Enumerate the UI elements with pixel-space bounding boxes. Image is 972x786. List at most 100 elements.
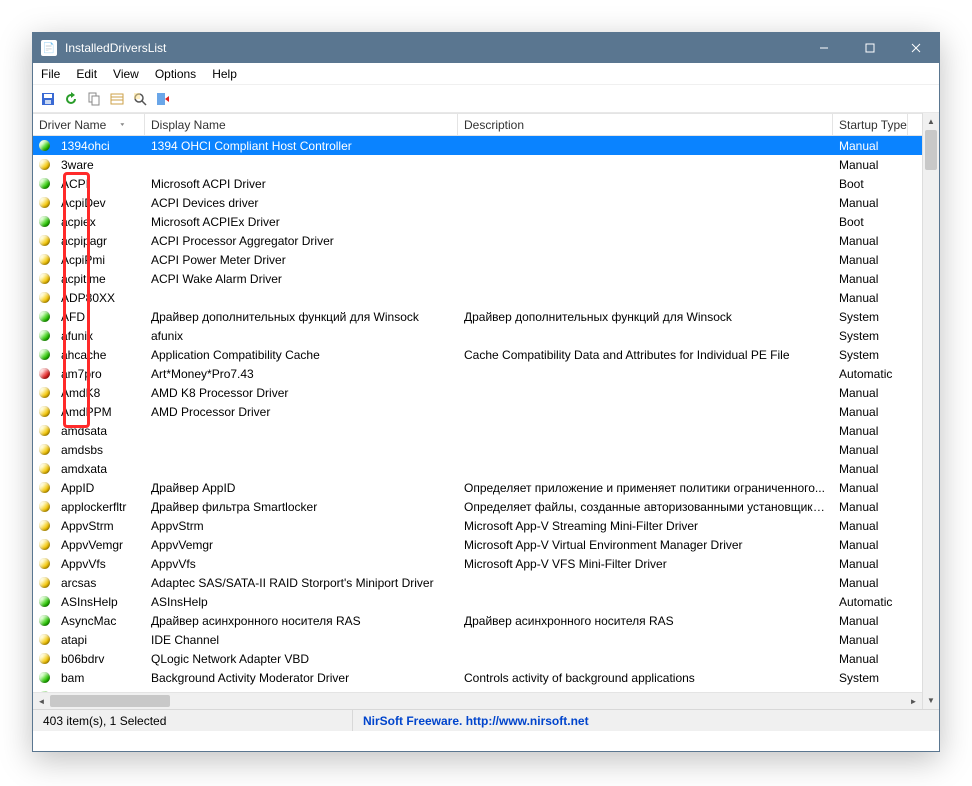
status-orb-yellow-icon [33,463,55,474]
close-button[interactable] [893,33,939,63]
cell-startup-type: Manual [833,538,908,552]
table-row[interactable]: AFDДрайвер дополнительных функций для Wi… [33,307,922,326]
status-count: 403 item(s), 1 Selected [33,710,353,731]
table-row[interactable]: acpipagrACPI Processor Aggregator Driver… [33,231,922,250]
cell-startup-type: Manual [833,272,908,286]
cell-startup-type: Manual [833,557,908,571]
cell-startup-type: Automatic [833,367,908,381]
scroll-left-icon[interactable]: ◄ [33,693,50,709]
column-description[interactable]: Description [458,114,833,135]
cell-display-name: ACPI Devices driver [145,196,458,210]
status-orb-yellow-icon [33,520,55,531]
menu-edit[interactable]: Edit [68,65,105,83]
hscroll-thumb[interactable] [50,695,170,707]
menu-help[interactable]: Help [204,65,245,83]
maximize-button[interactable] [847,33,893,63]
column-startup-type[interactable]: Startup Type [833,114,908,135]
table-row[interactable]: AcpiPmiACPI Power Meter Driver Manual [33,250,922,269]
column-header-row: Driver Name Display Name Description Sta… [33,113,922,136]
table-row[interactable]: 3wareManual [33,155,922,174]
cell-driver-name: AppvStrm [55,519,145,533]
table-row[interactable]: afunixafunixSystem [33,326,922,345]
cell-display-name: ACPI Wake Alarm Driver [145,272,458,286]
scroll-up-icon[interactable]: ▲ [923,113,939,130]
cell-display-name: afunix [145,329,458,343]
table-row[interactable]: acpiexMicrosoft ACPIEx DriverBoot [33,212,922,231]
vscroll-thumb[interactable] [925,130,937,170]
table-row[interactable]: AcpiDevACPI Devices driverManual [33,193,922,212]
table-row[interactable]: b06bdrvQLogic Network Adapter VBDManual [33,649,922,668]
table-row[interactable]: AsyncMac Драйвер асинхронного носителя RA… [33,611,922,630]
table-row[interactable]: ACPIMicrosoft ACPI DriverBoot [33,174,922,193]
cell-driver-name: am7pro [55,367,145,381]
nirsoft-link[interactable]: NirSoft Freeware. http://www.nirsoft.net [353,714,599,728]
status-orb-green-icon [33,596,55,607]
scroll-right-icon[interactable]: ► [905,693,922,709]
status-orb-yellow-icon [33,577,55,588]
status-orb-yellow-icon [33,254,55,265]
table-row[interactable]: AppvVfsAppvVfsMicrosoft App-V VFS Mini-F… [33,554,922,573]
menu-view[interactable]: View [105,65,147,83]
cell-startup-type: Manual [833,291,908,305]
cell-startup-type: Manual [833,443,908,457]
table-row[interactable]: amdsbsManual [33,440,922,459]
table-row[interactable]: arcsasAdaptec SAS/SATA-II RAID Storport'… [33,573,922,592]
cell-driver-name: ahcache [55,348,145,362]
minimize-button[interactable] [801,33,847,63]
cell-startup-type: Manual [833,253,908,267]
find-icon[interactable] [129,88,151,110]
table-row[interactable]: am7proArt*Money*Pro7.43Automatic [33,364,922,383]
status-orb-yellow-icon [33,159,55,170]
horizontal-scrollbar[interactable]: ◄ ► [33,692,922,709]
menubar: File Edit View Options Help [33,63,939,85]
titlebar[interactable]: 📄 InstalledDriversList [33,33,939,63]
table-row[interactable]: bamBackground Activity Moderator DriverC… [33,668,922,687]
cell-driver-name: afunix [55,329,145,343]
table-row[interactable]: AppIDДрайвер AppIDОпределяет приложение … [33,478,922,497]
menu-file[interactable]: File [33,65,68,83]
cell-startup-type: Boot [833,215,908,229]
cell-display-name: Application Compatibility Cache [145,348,458,362]
cell-startup-type: Manual [833,196,908,210]
cell-startup-type: System [833,310,908,324]
table-row[interactable]: AppvVemgrAppvVemgrMicrosoft App-V Virtua… [33,535,922,554]
table-row[interactable]: AmdPPMAMD Processor DriverManual [33,402,922,421]
cell-driver-name: AsyncMac [55,614,145,628]
table-row[interactable]: acpitimeACPI Wake Alarm DriverManual [33,269,922,288]
table-row[interactable]: amdsataManual [33,421,922,440]
save-icon[interactable] [37,88,59,110]
cell-description: Драйвер асинхронного носителя RAS [458,614,833,628]
status-orb-yellow-icon [33,292,55,303]
cell-driver-name: AmdPPM [55,405,145,419]
table-row[interactable]: AppvStrmAppvStrmMicrosoft App-V Streamin… [33,516,922,535]
table-row[interactable]: amdxataManual [33,459,922,478]
refresh-icon[interactable] [60,88,82,110]
column-display-name[interactable]: Display Name [145,114,458,135]
scroll-down-icon[interactable]: ▼ [923,692,939,709]
menu-options[interactable]: Options [147,65,204,83]
cell-driver-name: AmdK8 [55,386,145,400]
cell-driver-name: applockerfltr [55,500,145,514]
properties-icon[interactable] [106,88,128,110]
table-row[interactable]: 1394ohci1394 OHCI Compliant Host Control… [33,136,922,155]
status-orb-yellow-icon [33,539,55,550]
column-driver-name[interactable]: Driver Name [33,114,145,135]
cell-display-name: AMD Processor Driver [145,405,458,419]
cell-display-name: ACPI Power Meter Driver [145,253,458,267]
table-row[interactable]: AmdK8AMD K8 Processor DriverManual [33,383,922,402]
table-row[interactable]: ADP80XXManual [33,288,922,307]
copy-icon[interactable] [83,88,105,110]
table-row[interactable]: applockerfltrДрайвер фильтра Smartlocker… [33,497,922,516]
cell-display-name: AppvStrm [145,519,458,533]
table-row[interactable]: atapiIDE ChannelManual [33,630,922,649]
table-row[interactable]: ahcacheApplication Compatibility CacheCa… [33,345,922,364]
cell-startup-type: Manual [833,614,908,628]
cell-description: Controls activity of background applicat… [458,671,833,685]
vertical-scrollbar[interactable]: ▲ ▼ [922,113,939,709]
cell-driver-name: AcpiPmi [55,253,145,267]
app-window: 📄 InstalledDriversList File Edit View Op… [32,32,940,752]
table-row[interactable]: ASInsHelpASInsHelpAutomatic [33,592,922,611]
exit-icon[interactable] [152,88,174,110]
cell-display-name: 1394 OHCI Compliant Host Controller [145,139,458,153]
cell-display-name: Драйвер фильтра Smartlocker [145,500,458,514]
